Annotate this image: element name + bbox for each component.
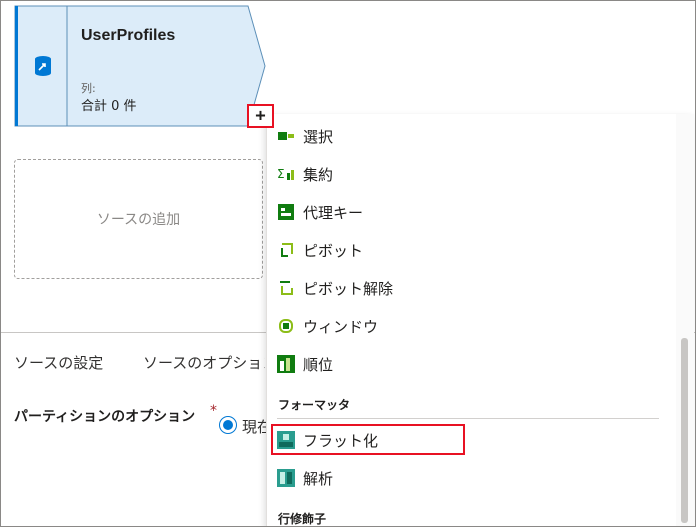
menu-separator (277, 418, 659, 419)
add-source-label: ソースの追加 (96, 212, 181, 228)
required-marker: * (210, 403, 217, 419)
svg-text:Σ: Σ (277, 167, 285, 181)
partition-radio-current[interactable] (219, 416, 237, 434)
source-dataset-icon (19, 7, 67, 125)
menu-item-label: ピボット解除 (303, 279, 394, 298)
select-icon (277, 127, 295, 145)
surrogate-key-icon (277, 203, 295, 221)
source-node-title: UserProfiles (81, 27, 176, 44)
menu-item-label: 代理キー (303, 203, 364, 222)
menu-item-surrogate-key[interactable]: 代理キー (277, 198, 363, 226)
menu-scrollbar[interactable] (676, 114, 694, 527)
tab-source-options[interactable]: ソースのオプション (143, 352, 265, 373)
partition-radio-label: 現在 (242, 418, 266, 436)
menu-item-label: 解析 (303, 469, 334, 488)
menu-item-label: ウィンドウ (303, 317, 379, 336)
menu-item-label: 集約 (303, 165, 334, 184)
source-node-userprofiles[interactable]: UserProfiles 列: 合計 0 件 (14, 5, 266, 127)
menu-item-pivot[interactable]: ピボット (277, 236, 363, 264)
flatten-highlight-box (271, 424, 465, 455)
menu-item-aggregate[interactable]: Σ 集約 (277, 160, 333, 188)
section-row-modifier: 行修飾子 (278, 512, 327, 526)
transform-menu: 選択 Σ 集約 代理キー ピボット ピボット解除 ウィンドウ 順位 フォーマッタ… (266, 114, 694, 527)
window-icon (277, 317, 295, 335)
rank-icon (277, 355, 295, 373)
menu-item-parse[interactable]: 解析 (277, 464, 333, 492)
unpivot-icon (277, 279, 295, 297)
add-transform-button[interactable]: + (247, 104, 274, 128)
parse-icon (277, 469, 295, 487)
tab-source-settings[interactable]: ソースの設定 (14, 352, 103, 373)
menu-item-select[interactable]: 選択 (277, 122, 333, 150)
columns-count: 合計 0 件 (81, 99, 137, 114)
add-source-placeholder[interactable]: ソースの追加 (14, 159, 263, 279)
menu-item-label: 選択 (303, 127, 334, 146)
radio-selected-dot (223, 420, 233, 430)
aggregate-icon: Σ (277, 165, 295, 183)
menu-item-label: ピボット (303, 241, 364, 260)
menu-scrollbar-thumb[interactable] (681, 338, 688, 523)
menu-item-label: 順位 (303, 355, 334, 374)
columns-label: 列: (81, 82, 96, 95)
partition-option-label: パーティションのオプション (14, 409, 196, 425)
menu-item-unpivot[interactable]: ピボット解除 (277, 274, 393, 302)
pivot-icon (277, 241, 295, 259)
menu-item-window[interactable]: ウィンドウ (277, 312, 378, 340)
menu-item-rank[interactable]: 順位 (277, 350, 333, 378)
section-formatter: フォーマッタ (278, 398, 351, 412)
